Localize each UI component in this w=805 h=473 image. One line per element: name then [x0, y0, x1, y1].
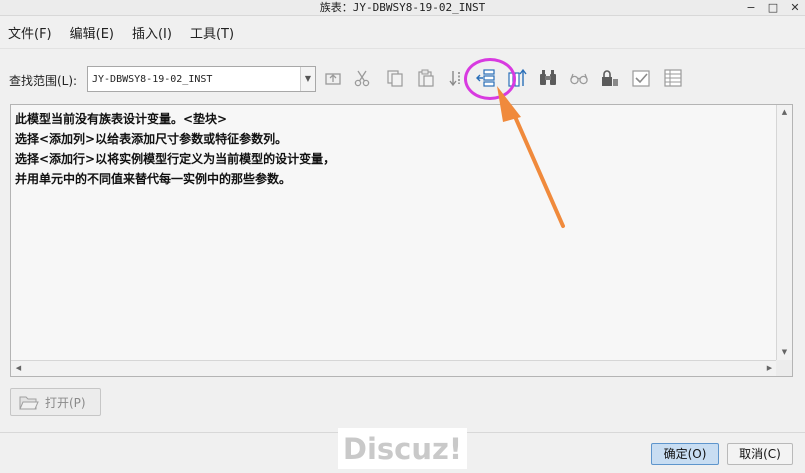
scroll-left-icon[interactable]: ◀: [11, 361, 26, 376]
info-line: 选择<添加行>以将实例模型行定义为当前模型的设计变量，: [15, 152, 336, 166]
vertical-scrollbar[interactable]: ▲ ▼: [776, 105, 792, 360]
menu-tools[interactable]: 工具(T): [190, 23, 234, 42]
paste-icon[interactable]: [415, 67, 437, 89]
info-line: 并用单元中的不同值来替代每一实例中的那些参数。: [15, 172, 292, 186]
scope-label: 查找范围(L):: [9, 74, 78, 88]
watermark: Discuz!: [338, 428, 467, 469]
horizontal-scrollbar[interactable]: ◀ ▶: [11, 360, 777, 376]
cut-icon[interactable]: [351, 67, 373, 89]
lock-icon[interactable]: [599, 67, 621, 89]
chevron-down-icon[interactable]: ▼: [300, 67, 315, 91]
find-binoculars-icon[interactable]: [537, 67, 559, 89]
minimize-button[interactable]: −: [745, 0, 757, 15]
scroll-up-icon[interactable]: ▲: [777, 105, 792, 120]
up-level-icon[interactable]: [322, 67, 344, 89]
info-line: 此模型当前没有族表设计变量。<垫块>: [15, 112, 228, 126]
scope-input[interactable]: [88, 67, 300, 91]
open-button[interactable]: 打开(P): [10, 388, 101, 416]
scroll-down-icon[interactable]: ▼: [777, 345, 792, 360]
window-controls: − □ ✕: [745, 0, 801, 15]
open-button-label: 打开(P): [45, 395, 86, 410]
menu-bar: 文件(F) 编辑(E) 插入(I) 工具(T): [0, 17, 805, 49]
menu-edit[interactable]: 编辑(E): [70, 23, 114, 42]
cancel-button[interactable]: 取消(C): [727, 443, 793, 465]
scrollbar-corner: [776, 360, 792, 376]
window-title: 族表：JY-DBWSY8-19-02_INST: [319, 1, 486, 14]
verify-checkbox-icon[interactable]: [630, 67, 652, 89]
info-text-panel[interactable]: 此模型当前没有族表设计变量。<垫块> 选择<添加列>以给表添加尺寸参数或特征参数…: [10, 104, 793, 377]
folder-open-icon: [19, 396, 39, 410]
title-bar: 族表：JY-DBWSY8-19-02_INST − □ ✕: [0, 0, 805, 16]
table-grid-icon[interactable]: [662, 67, 684, 89]
ok-button[interactable]: 确定(O): [651, 443, 719, 465]
copy-icon[interactable]: [384, 67, 406, 89]
scroll-right-icon[interactable]: ▶: [762, 361, 777, 376]
close-button[interactable]: ✕: [789, 0, 801, 15]
glasses-icon[interactable]: [568, 67, 590, 89]
maximize-button[interactable]: □: [767, 0, 779, 15]
menu-file[interactable]: 文件(F): [8, 23, 52, 42]
menu-insert[interactable]: 插入(I): [132, 23, 172, 42]
scope-combo[interactable]: ▼: [87, 66, 316, 92]
toolbar: 查找范围(L): ▼: [0, 50, 805, 102]
info-text: 此模型当前没有族表设计变量。<垫块> 选择<添加列>以给表添加尺寸参数或特征参数…: [15, 109, 335, 189]
highlight-circle: [464, 58, 516, 100]
info-line: 选择<添加列>以给表添加尺寸参数或特征参数列。: [15, 132, 288, 146]
